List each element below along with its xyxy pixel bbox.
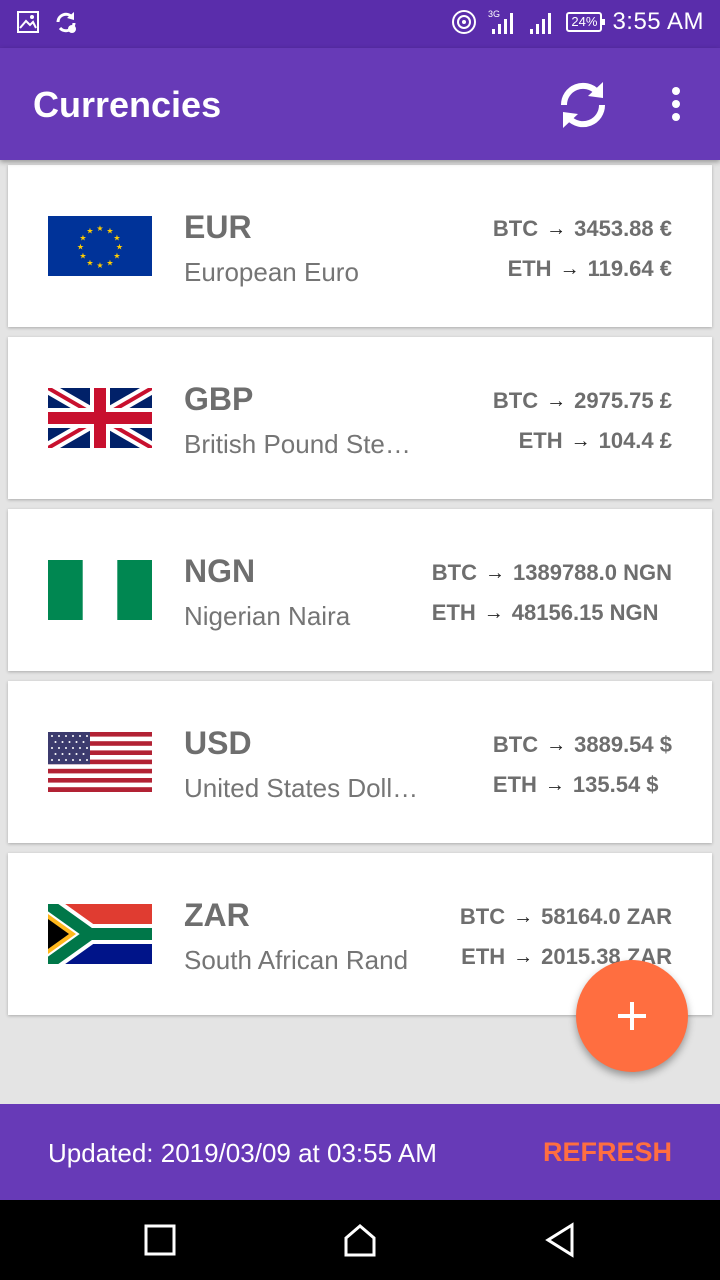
arrow-right-icon: → [546,389,567,412]
currency-card-eur[interactable]: ★ ★ ★ ★ ★ ★ ★ ★ ★ ★ ★ ★ EUR European Euro BTC → … [8,165,712,327]
rates: BTC → 3889.54 $ ETH → 135.54 $ [493,725,672,805]
rate-value: 58164.0 ZAR [541,904,672,929]
nigeria-flag-icon [48,560,152,620]
currency-name: United States Doll… [184,773,419,803]
currency-card-gbp[interactable]: GBP British Pound Ste… BTC → 2975.75 £ E… [8,337,712,499]
rate-row-btc: BTC → 3453.88 € [493,209,672,249]
svg-text:★: ★ [113,234,120,243]
home-button[interactable] [342,1222,378,1258]
arrow-right-icon: → [559,257,580,280]
arrow-right-icon: → [483,601,504,624]
rate-row-eth: ETH → 104.4 £ [493,421,672,461]
svg-text:★: ★ [96,261,103,270]
sync-icon [560,82,606,128]
currency-name: South African Rand [184,945,409,975]
system-nav-bar [0,1200,720,1280]
svg-text:★: ★ [96,224,103,233]
recents-button[interactable] [142,1222,178,1258]
rate-label: ETH [431,600,476,625]
currency-name: European Euro [184,257,359,287]
rate-row-btc: BTC → 58164.0 ZAR [460,897,672,937]
currency-code: USD [184,725,252,761]
currency-card-usd[interactable]: USD United States Doll… BTC → 3889.54 $ … [8,681,712,843]
arrow-right-icon: → [513,945,534,968]
rate-label: BTC [492,216,539,241]
app-bar: Currencies [0,48,720,160]
currency-name: Nigerian Naira [184,601,351,631]
currency-card-ngn[interactable]: NGN Nigerian Naira BTC → 1389788.0 NGN E… [8,509,712,671]
rates: BTC → 3453.88 € ETH → 119.64 € [493,209,672,289]
currency-list: ★ ★ ★ ★ ★ ★ ★ ★ ★ ★ ★ ★ EUR European Euro BTC → … [8,165,712,1025]
arrow-right-icon: → [570,429,591,452]
rate-label: ETH [518,428,563,453]
arrow-right-icon: → [513,905,534,928]
svg-text:★: ★ [113,252,120,261]
battery-indicator: 24% [566,12,606,32]
arrow-right-icon: → [544,773,565,796]
rate-row-btc: BTC → 2975.75 £ [493,381,672,421]
signal-icon [530,13,552,34]
more-options-button[interactable] [656,82,696,130]
currency-code: GBP [184,381,254,417]
eu-flag-icon: ★ ★ ★ ★ ★ ★ ★ ★ ★ ★ ★ ★ [48,216,152,276]
rate-value: 1389788.0 NGN [513,560,672,585]
svg-text:★: ★ [79,252,86,261]
home-icon [344,1224,376,1257]
arrow-right-icon: → [546,733,567,756]
rate-row-btc: BTC → 3889.54 $ [493,725,672,765]
sync-notification-icon [56,12,76,33]
rate-label: BTC [431,560,477,585]
svg-text:3G: 3G [488,9,500,19]
us-flag-icon [48,732,152,792]
currency-code: EUR [184,209,252,245]
hotspot-icon [452,10,477,34]
recents-icon [144,1224,176,1256]
rate-value: 135.54 $ [572,772,659,797]
back-button[interactable] [542,1222,578,1258]
arrow-right-icon: → [485,561,505,584]
svg-text:★: ★ [106,259,113,268]
currency-code: ZAR [184,897,250,933]
rate-row-btc: BTC → 1389788.0 NGN [432,553,672,593]
rate-label: ETH [492,772,537,797]
rate-row-eth: ETH → 119.64 € [493,249,672,289]
rate-value: 119.64 € [587,256,672,281]
svg-text:★: ★ [86,259,93,268]
add-icon [618,1002,646,1030]
rate-label: ETH [461,944,506,969]
page-title: Currencies [33,84,222,125]
signal-3g-icon: 3G [488,9,514,34]
back-icon [545,1222,574,1258]
currency-name: British Pound Ste… [184,429,411,459]
refresh-text-button[interactable]: REFRESH [543,1137,672,1168]
rate-row-eth: ETH → 48156.15 NGN [432,593,672,633]
arrow-right-icon: → [546,217,567,240]
more-vert-icon [672,87,680,95]
rate-value: 3889.54 $ [574,732,672,757]
rate-row-eth: ETH → 135.54 $ [493,765,672,805]
rate-value: 3453.88 € [574,216,672,241]
refresh-button[interactable] [556,78,610,132]
update-bar: Updated: 2019/03/09 at 03:55 AM REFRESH [0,1104,720,1200]
currency-code: NGN [184,553,256,589]
rate-label: BTC [492,388,539,413]
rate-label: BTC [492,732,539,757]
image-notification-icon [17,11,39,33]
svg-text:★: ★ [77,243,84,252]
south-africa-flag-icon [48,904,152,964]
status-bar: 3G 24% 3:55 AM [0,0,720,48]
rates: BTC → 1389788.0 NGN ETH → 48156.15 NGN [432,553,672,633]
rates: BTC → 2975.75 £ ETH → 104.4 £ [493,381,672,461]
rate-label: ETH [507,256,552,281]
rate-value: 104.4 £ [598,428,672,453]
add-currency-button[interactable] [576,960,688,1072]
last-updated-text: Updated: 2019/03/09 at 03:55 AM [48,1138,437,1168]
rate-value: 48156.15 NGN [511,600,659,625]
rate-label: BTC [459,904,506,929]
rate-value: 2975.75 £ [574,388,672,413]
svg-text:★: ★ [86,227,93,236]
status-time: 3:55 AM [612,8,704,35]
uk-flag-icon [48,388,152,448]
svg-text:★: ★ [116,243,123,252]
